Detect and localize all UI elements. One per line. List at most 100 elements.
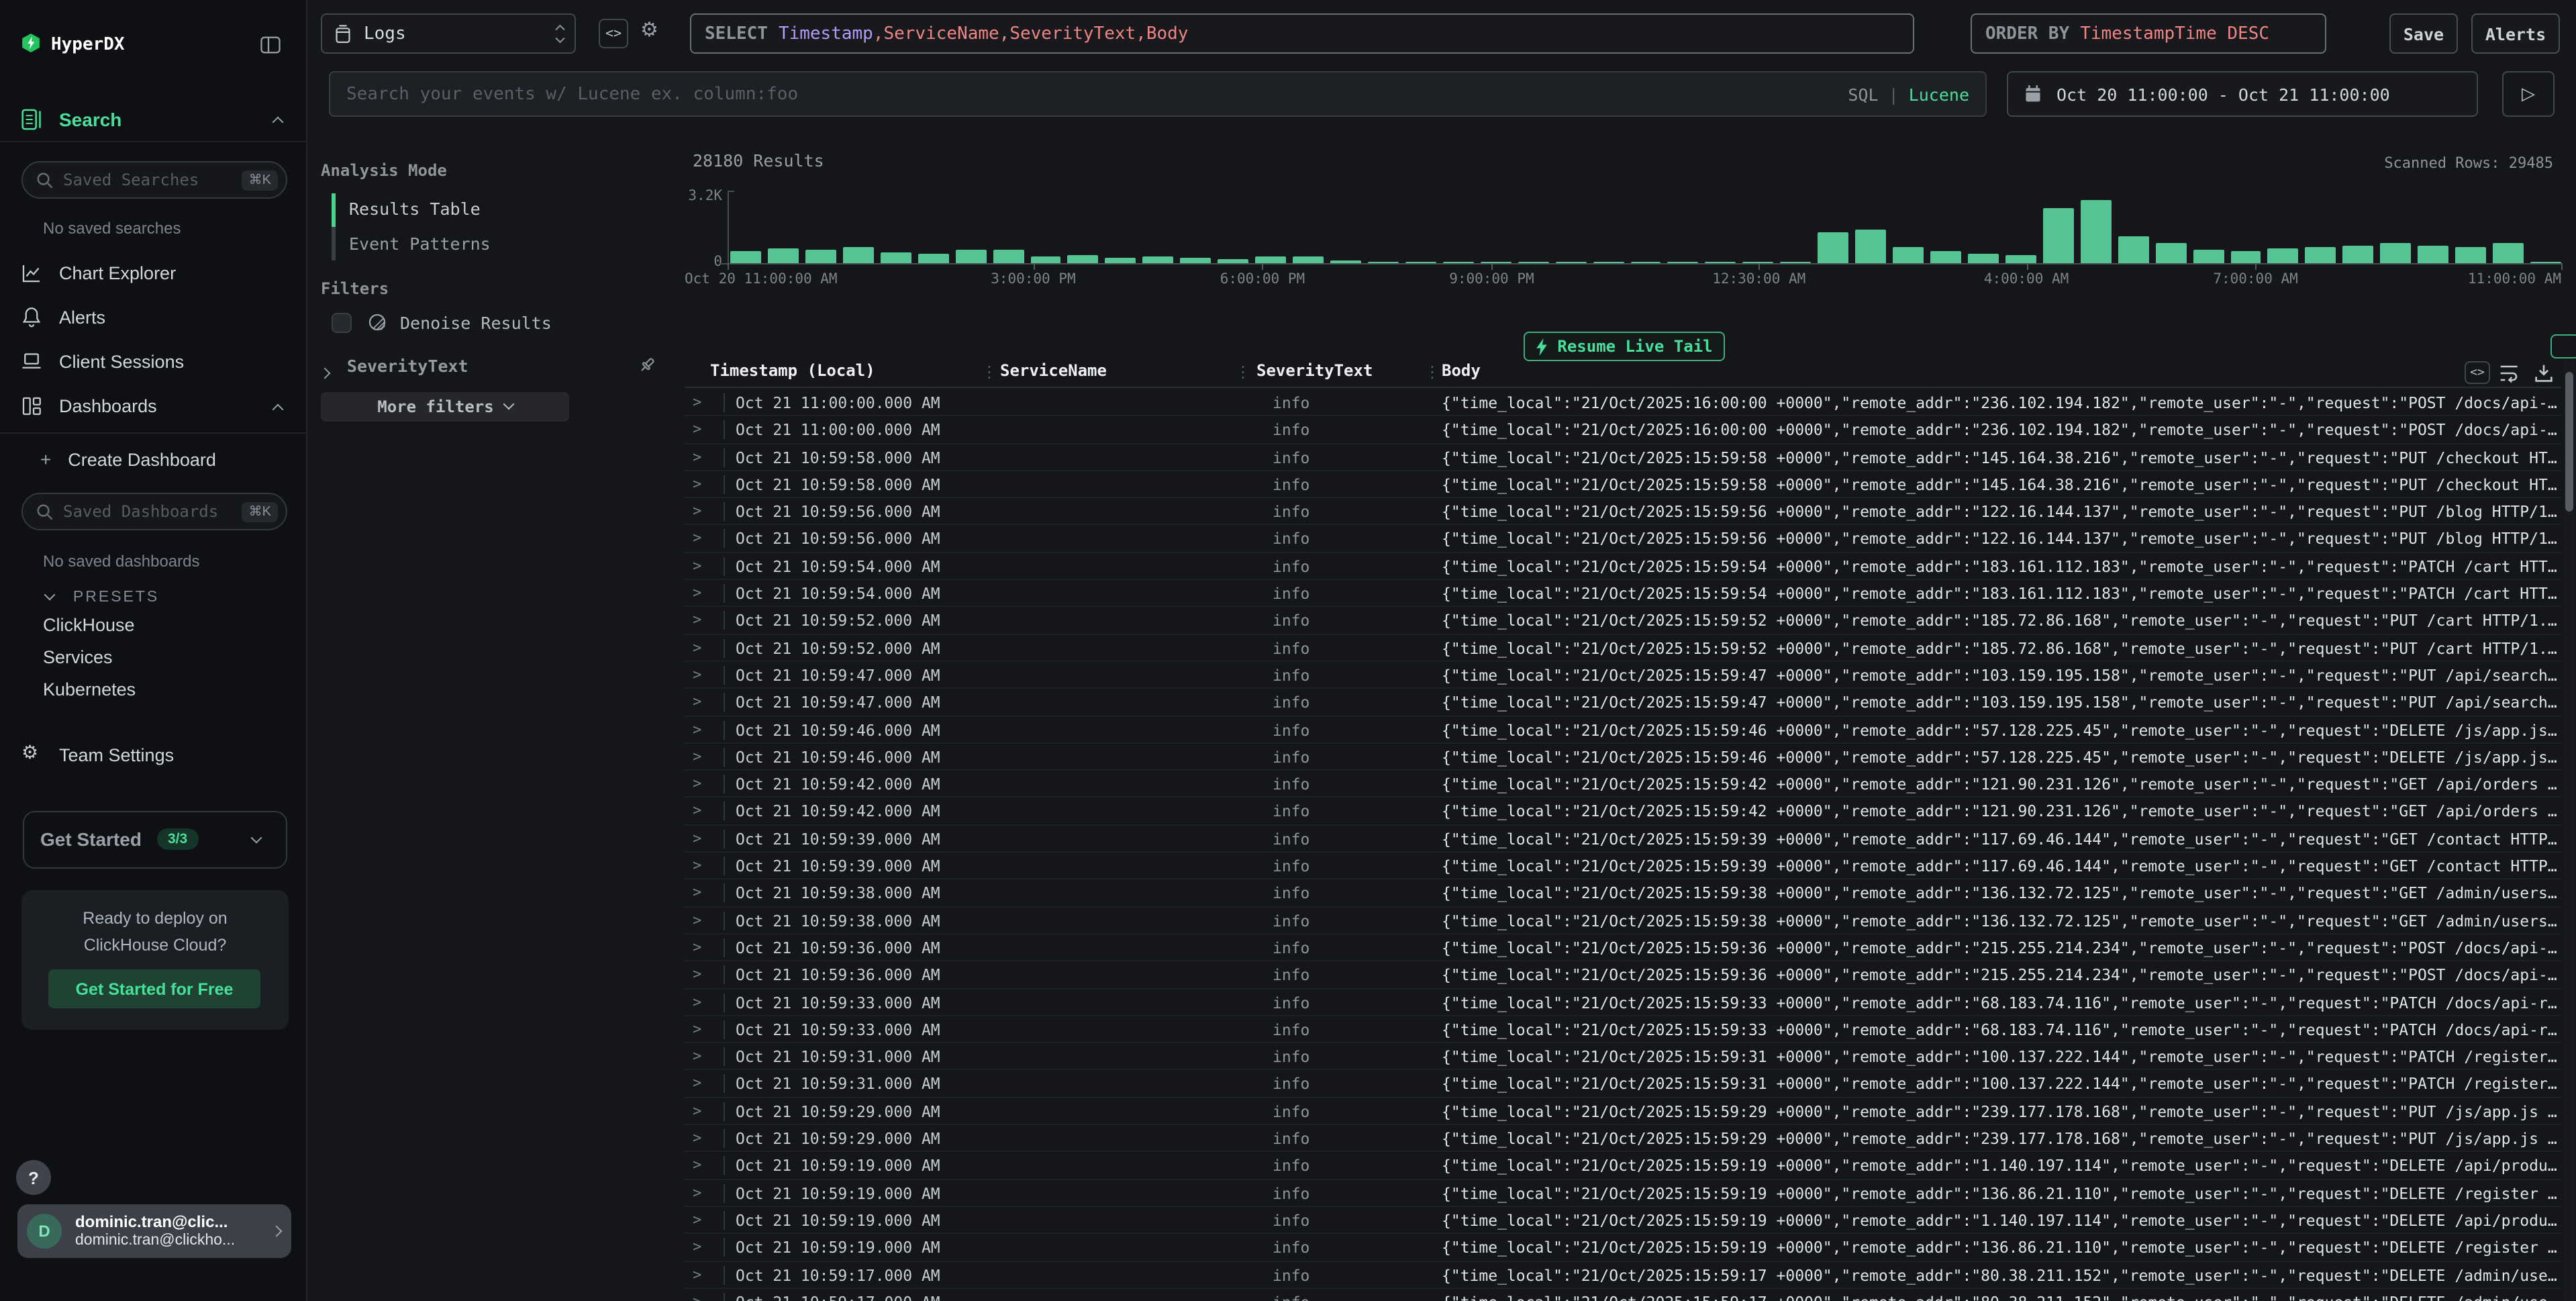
chart-bar[interactable] — [2455, 248, 2486, 263]
row-expand-icon[interactable]: > — [693, 938, 701, 956]
chart-bar[interactable] — [955, 250, 986, 263]
row-expand-icon[interactable]: > — [693, 1020, 701, 1038]
table-row[interactable]: > Oct 21 11:00:00.000 AM info {"time_loc… — [685, 417, 2561, 444]
time-range-picker[interactable]: Oct 20 11:00:00 - Oct 21 11:00:00 — [2007, 71, 2478, 117]
chart-bar[interactable] — [1405, 262, 1436, 263]
chart-bar[interactable] — [881, 252, 911, 263]
sidebar-item-client-sessions[interactable]: Client Sessions — [21, 350, 287, 375]
chart-bar[interactable] — [768, 249, 799, 263]
chart-bar[interactable] — [2005, 255, 2036, 263]
table-row[interactable]: > Oct 21 10:59:33.000 AM info {"time_loc… — [685, 1016, 2561, 1044]
row-expand-icon[interactable]: > — [693, 911, 701, 928]
chart-bar[interactable] — [1630, 262, 1661, 263]
col-header-timestamp[interactable]: Timestamp (Local) — [710, 361, 875, 380]
table-row[interactable]: > Oct 21 10:59:47.000 AM info {"time_loc… — [685, 689, 2561, 717]
table-row[interactable]: > Oct 21 10:59:36.000 AM info {"time_loc… — [685, 934, 2561, 962]
help-button[interactable]: ? — [16, 1160, 51, 1195]
row-expand-icon[interactable]: > — [693, 830, 701, 847]
saved-searches-input[interactable]: Saved Searches ⌘K — [21, 161, 287, 199]
table-row[interactable]: > Oct 21 10:59:56.000 AM info {"time_loc… — [685, 526, 2561, 553]
chart-bar[interactable] — [1818, 233, 1848, 263]
get-started-free-button[interactable]: Get Started for Free — [48, 969, 260, 1008]
language-lucene[interactable]: Lucene — [1909, 84, 1969, 104]
severity-filter-group[interactable]: SeverityText — [321, 354, 671, 379]
sidebar-item-preset-kubernetes[interactable]: Kubernetes — [43, 679, 136, 700]
chart-bar[interactable] — [1593, 262, 1624, 263]
table-row[interactable]: > Oct 21 10:59:47.000 AM info {"time_loc… — [685, 662, 2561, 689]
col-header-body[interactable]: Body — [1442, 361, 1481, 380]
row-expand-icon[interactable]: > — [693, 502, 701, 520]
row-expand-icon[interactable]: > — [693, 421, 701, 438]
sidebar-item-preset-clickhouse[interactable]: ClickHouse — [43, 615, 135, 635]
table-row[interactable]: > Oct 21 10:59:31.000 AM info {"time_loc… — [685, 1043, 2561, 1071]
query-settings-gear-icon[interactable]: ⚙ — [640, 17, 658, 42]
download-icon[interactable] — [2534, 364, 2553, 383]
resume-live-tail-button[interactable]: Resume Live Tail — [1524, 332, 1725, 361]
run-query-button[interactable]: ▷ — [2502, 71, 2555, 117]
chart-bar[interactable] — [1968, 254, 1999, 263]
chart-bar[interactable] — [1181, 258, 1211, 263]
user-menu[interactable]: D dominic.tran@clic... dominic.tran@clic… — [17, 1204, 291, 1258]
chart-bar[interactable] — [805, 250, 836, 263]
sidebar-item-search[interactable]: Search — [21, 107, 287, 134]
get-started-box[interactable]: Get Started 3/3 — [23, 811, 287, 869]
order-by-input[interactable]: ORDER BY TimestampTime DESC — [1971, 13, 2326, 54]
row-expand-icon[interactable]: > — [693, 857, 701, 874]
chart-bar[interactable] — [1481, 262, 1512, 263]
denoise-checkbox[interactable] — [332, 312, 352, 332]
row-expand-icon[interactable]: > — [693, 1265, 701, 1283]
row-expand-icon[interactable]: > — [693, 1184, 701, 1201]
chart-bar[interactable] — [1330, 260, 1361, 263]
row-expand-icon[interactable]: > — [693, 884, 701, 902]
row-expand-icon[interactable]: > — [693, 1102, 701, 1119]
chart-bar[interactable] — [1518, 262, 1548, 263]
chart-bar[interactable] — [1293, 257, 1324, 263]
table-row[interactable]: > Oct 21 10:59:19.000 AM info {"time_loc… — [685, 1153, 2561, 1180]
table-row[interactable]: > Oct 21 11:00:00.000 AM info {"time_loc… — [685, 389, 2561, 417]
table-row[interactable]: > Oct 21 10:59:29.000 AM info {"time_loc… — [685, 1125, 2561, 1153]
chart-bar[interactable] — [1705, 262, 1736, 263]
row-expand-icon[interactable]: > — [693, 393, 701, 411]
more-filters-button[interactable]: More filters — [321, 392, 569, 422]
table-row[interactable]: > Oct 21 10:59:33.000 AM info {"time_loc… — [685, 989, 2561, 1016]
chevron-up-icon[interactable] — [273, 404, 284, 416]
row-expand-icon[interactable]: > — [693, 1238, 701, 1255]
row-expand-icon[interactable]: > — [693, 993, 701, 1010]
chart-bar[interactable] — [2193, 250, 2224, 263]
row-expand-icon[interactable]: > — [693, 584, 701, 601]
row-expand-icon[interactable]: > — [693, 1129, 701, 1147]
mode-results-table[interactable]: Results Table — [349, 199, 481, 219]
table-row[interactable]: > Oct 21 10:59:39.000 AM info {"time_loc… — [685, 826, 2561, 853]
mode-event-patterns[interactable]: Event Patterns — [349, 234, 491, 254]
chart-bar[interactable] — [1105, 258, 1136, 263]
table-row[interactable]: > Oct 21 10:59:58.000 AM info {"time_loc… — [685, 471, 2561, 499]
row-expand-icon[interactable]: > — [693, 775, 701, 792]
table-row[interactable]: > Oct 21 10:59:36.000 AM info {"time_loc… — [685, 961, 2561, 989]
chart-bar[interactable] — [1668, 262, 1699, 263]
row-expand-icon[interactable]: > — [693, 530, 701, 547]
chart-bar[interactable] — [2493, 243, 2524, 263]
chart-bar[interactable] — [1555, 262, 1586, 263]
sidebar-item-team-settings[interactable]: ⚙ Team Settings — [21, 744, 287, 768]
table-row[interactable]: > Oct 21 10:59:42.000 AM info {"time_loc… — [685, 798, 2561, 826]
column-separator-icon[interactable]: ⋮ — [1424, 363, 1440, 381]
table-row[interactable]: > Oct 21 10:59:42.000 AM info {"time_loc… — [685, 771, 2561, 798]
table-row[interactable]: > Oct 21 10:59:46.000 AM info {"time_loc… — [685, 744, 2561, 771]
chart-bar[interactable] — [2081, 200, 2112, 263]
source-select[interactable]: Logs — [321, 13, 576, 54]
table-row[interactable]: > Oct 21 10:59:58.000 AM info {"time_loc… — [685, 444, 2561, 471]
row-expand-icon[interactable]: > — [693, 693, 701, 711]
table-row[interactable]: > Oct 21 10:59:52.000 AM info {"time_loc… — [685, 634, 2561, 662]
chart-bar[interactable] — [1068, 256, 1099, 263]
save-button[interactable]: Save — [2389, 13, 2458, 54]
row-expand-icon[interactable]: > — [693, 448, 701, 465]
chart-bar[interactable] — [2381, 244, 2412, 263]
col-header-servicename[interactable]: ServiceName — [1000, 361, 1107, 380]
chart-bar[interactable] — [1893, 247, 1924, 263]
chart-bar[interactable] — [730, 252, 761, 264]
denoise-results-row[interactable]: Denoise Results — [332, 311, 552, 333]
row-expand-icon[interactable]: > — [693, 638, 701, 656]
row-expand-icon[interactable]: > — [693, 475, 701, 493]
table-row[interactable]: > Oct 21 10:59:17.000 AM info {"time_loc… — [685, 1289, 2561, 1301]
table-row[interactable]: > Oct 21 10:59:29.000 AM info {"time_loc… — [685, 1098, 2561, 1125]
